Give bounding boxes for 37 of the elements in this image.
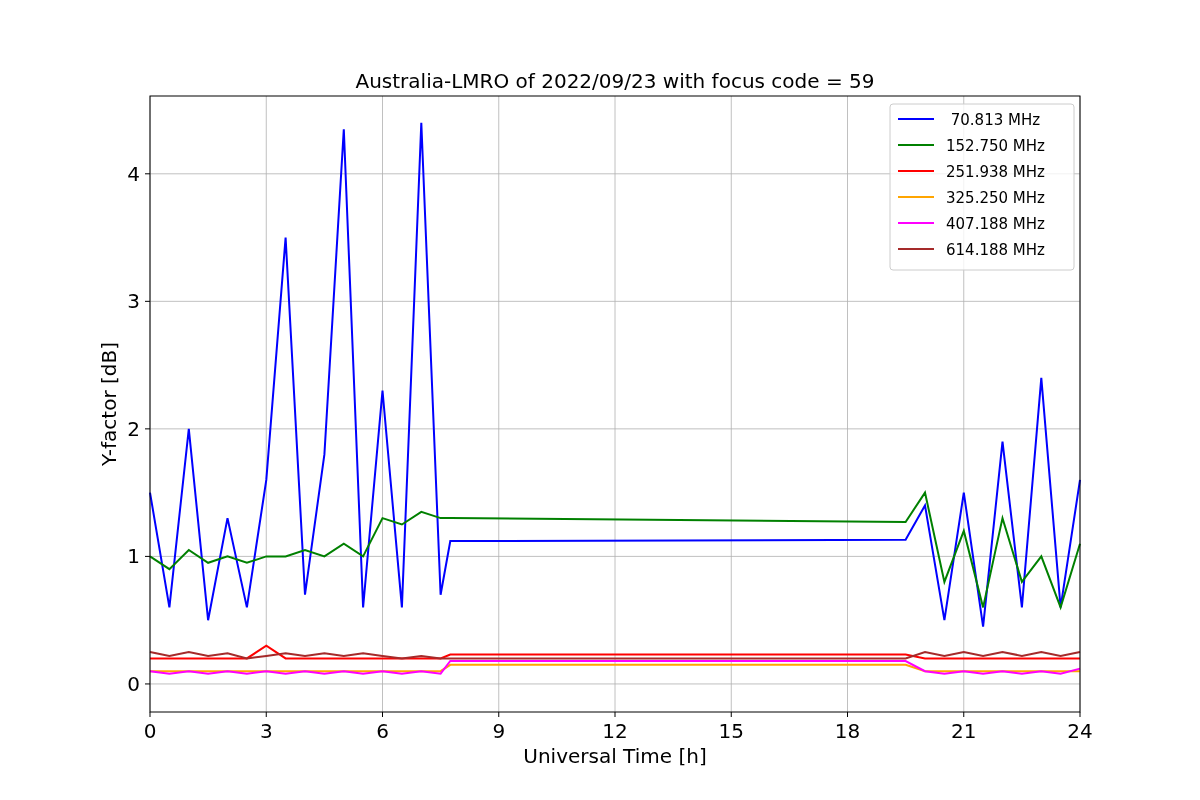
y-axis-label: Y-factor [dB] — [97, 342, 121, 466]
x-tick-label: 21 — [951, 719, 977, 743]
x-tick-label: 6 — [376, 719, 389, 743]
tick-mark — [614, 711, 616, 718]
tick-mark — [144, 300, 151, 302]
y-tick-label: 1 — [127, 544, 140, 569]
x-tick-label: 24 — [1067, 719, 1093, 743]
y-tick-label: 2 — [127, 416, 140, 441]
x-tick-label: 15 — [718, 719, 744, 743]
y-tick-label: 0 — [127, 671, 140, 696]
legend-label: 152.750 MHz — [946, 137, 1045, 155]
tick-mark — [144, 173, 151, 175]
chart-title: Australia-LMRO of 2022/09/23 with focus code = 59 — [355, 69, 875, 93]
tick-mark — [144, 428, 151, 430]
legend-label: 251.938 MHz — [946, 163, 1045, 181]
tick-mark — [144, 555, 151, 557]
y-tick-label: 3 — [127, 289, 140, 314]
x-axis-label: Universal Time [h] — [523, 744, 707, 768]
tick-mark — [730, 711, 732, 718]
tick-mark — [847, 711, 848, 718]
tick-mark — [144, 683, 151, 685]
y-tick-label: 4 — [127, 161, 140, 186]
tick-mark — [1079, 711, 1081, 718]
x-tick-label: 0 — [143, 719, 157, 743]
tick-mark — [149, 711, 151, 718]
tick-mark — [498, 711, 500, 718]
legend-label: 325.250 MHz — [946, 189, 1045, 207]
tick-mark — [963, 711, 965, 718]
x-tick-label: 18 — [834, 719, 861, 743]
tick-mark — [382, 711, 383, 718]
x-tick-label: 12 — [602, 719, 628, 743]
legend-label: 614.188 MHz — [946, 241, 1045, 259]
x-tick-label: 3 — [259, 719, 273, 743]
legend-label: 70.813 MHz — [950, 111, 1041, 129]
tick-mark — [265, 711, 267, 718]
legend-label: 407.188 MHz — [946, 215, 1045, 233]
x-tick-label: 9 — [492, 719, 506, 743]
